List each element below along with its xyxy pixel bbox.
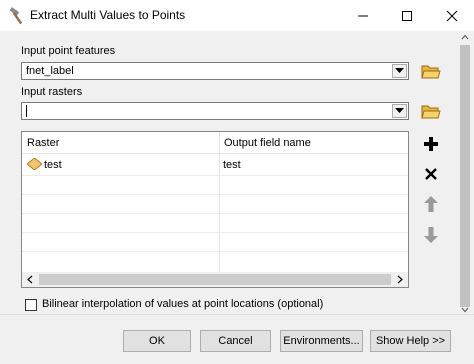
column-header-raster-label: Raster — [27, 137, 60, 149]
input-rasters-label: Input rasters — [21, 86, 83, 98]
scroll-left-icon[interactable] — [26, 275, 34, 284]
raster-cell: test — [44, 159, 62, 171]
remove-row-button[interactable] — [420, 163, 442, 185]
title-bar[interactable]: Extract Multi Values to Points — [0, 0, 474, 31]
chevron-down-icon — [395, 108, 404, 113]
window-title: Extract Multi Values to Points — [30, 8, 186, 22]
text-caret — [26, 105, 27, 117]
ok-button[interactable]: OK — [123, 330, 191, 352]
bilinear-checkbox[interactable] — [25, 299, 37, 311]
row-divider — [22, 194, 408, 195]
hammer-icon — [9, 7, 23, 25]
input-points-value: fnet_label — [26, 65, 74, 77]
rasters-table[interactable]: Raster Output field name test test — [21, 131, 409, 288]
cancel-button[interactable]: Cancel — [200, 330, 271, 352]
column-header-output-field[interactable]: Output field name — [219, 132, 408, 154]
open-folder-icon — [421, 105, 441, 119]
row-divider — [22, 251, 408, 252]
input-points-dropdown-button[interactable] — [392, 64, 407, 78]
column-header-raster[interactable]: Raster — [22, 132, 219, 154]
scroll-right-icon[interactable] — [396, 275, 404, 284]
show-help-button[interactable]: Show Help >> — [370, 330, 451, 352]
open-folder-icon — [421, 65, 441, 79]
input-points-label: Input point features — [21, 45, 116, 57]
row-divider — [22, 232, 408, 233]
row-divider — [22, 175, 408, 176]
column-header-output-field-label: Output field name — [224, 137, 311, 149]
scroll-up-icon[interactable] — [461, 34, 469, 40]
maximize-icon — [401, 10, 412, 21]
maximize-button[interactable] — [384, 0, 429, 31]
scroll-down-icon[interactable] — [461, 307, 469, 313]
tool-dialog: Extract Multi Values to Points Input poi… — [0, 0, 474, 364]
move-down-icon — [424, 227, 438, 243]
vertical-scrollbar[interactable] — [456, 31, 474, 314]
horizontal-scroll-thumb[interactable] — [39, 274, 391, 285]
close-icon — [446, 10, 457, 21]
raster-icon — [27, 158, 42, 170]
row-divider — [22, 213, 408, 214]
add-row-button[interactable] — [420, 133, 442, 155]
environments-button[interactable]: Environments... — [280, 330, 363, 352]
horizontal-scrollbar[interactable] — [22, 272, 408, 287]
bilinear-label[interactable]: Bilinear interpolation of values at poin… — [42, 298, 323, 310]
browse-points-button[interactable] — [420, 60, 442, 82]
minimize-button[interactable] — [340, 0, 385, 31]
browse-rasters-button[interactable] — [420, 100, 442, 122]
remove-icon — [425, 168, 437, 180]
minimize-icon — [357, 15, 368, 16]
input-rasters-dropdown-button[interactable] — [392, 104, 407, 118]
input-points-combo[interactable]: fnet_label — [21, 62, 409, 80]
move-down-button[interactable] — [420, 224, 442, 246]
close-button[interactable] — [429, 0, 474, 31]
move-up-button[interactable] — [420, 193, 442, 215]
output-field-cell[interactable]: test — [223, 159, 241, 171]
add-icon — [424, 137, 438, 151]
input-rasters-combo[interactable] — [21, 102, 409, 120]
move-up-icon — [424, 196, 438, 212]
vertical-scroll-thumb[interactable] — [460, 45, 470, 307]
chevron-down-icon — [395, 68, 404, 73]
